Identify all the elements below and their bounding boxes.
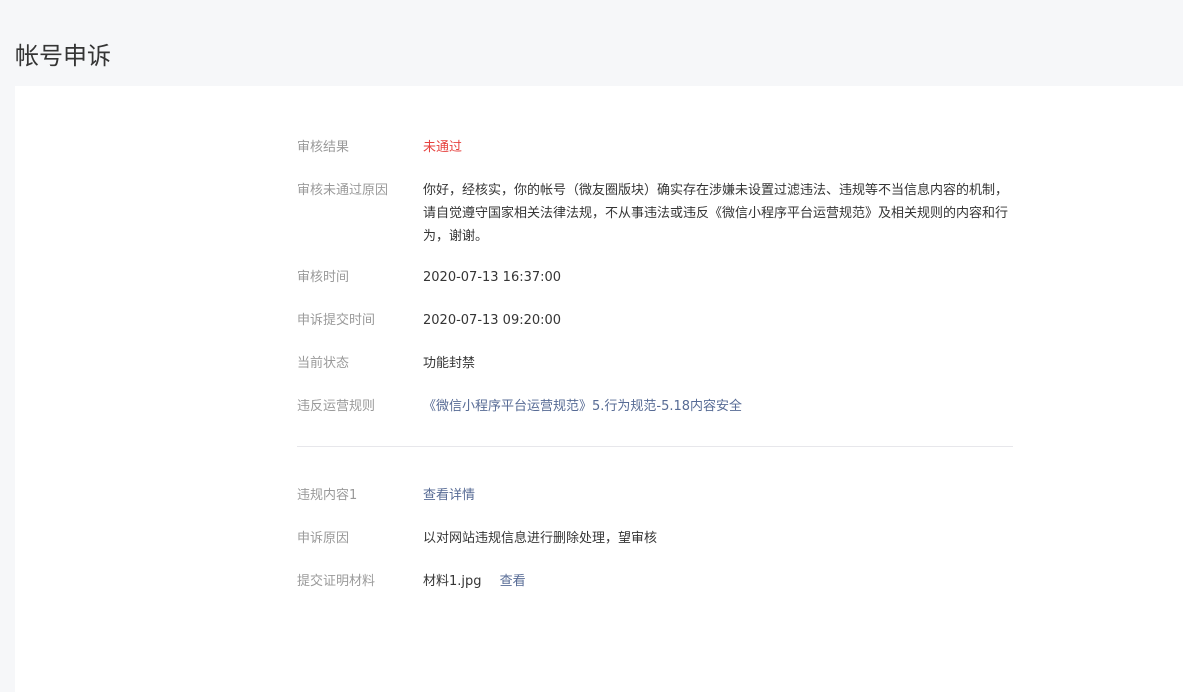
violation-content-value: 查看详情 <box>423 484 1013 507</box>
section-divider <box>297 446 1013 447</box>
page-title: 帐号申诉 <box>15 42 111 71</box>
view-material-link[interactable]: 查看 <box>500 574 526 589</box>
review-time-label: 审核时间 <box>297 270 350 285</box>
evidence-material-label: 提交证明材料 <box>297 574 376 589</box>
appeal-reason-value: 以对网站违规信息进行删除处理，望审核 <box>423 531 658 546</box>
view-details-link[interactable]: 查看详情 <box>423 488 475 503</box>
review-result-value: 未通过 <box>423 140 463 155</box>
violated-rule-value: 《微信小程序平台运营规范》5.行为规范-5.18内容安全 <box>423 395 1013 418</box>
violation-content-label: 违规内容1 <box>297 488 358 503</box>
review-reason-label: 审核未通过原因 <box>297 183 389 198</box>
violated-rule-label: 违反运营规则 <box>297 399 376 414</box>
appeal-detail-card: 审核结果 未通过 审核未通过原因 你好，经核实，你的帐号（微友圈版块）确实存在涉… <box>15 86 1183 692</box>
submit-time-value: 2020-07-13 09:20:00 <box>423 313 562 328</box>
current-status-label: 当前状态 <box>297 356 350 371</box>
review-reason-value: 你好，经核实，你的帐号（微友圈版块）确实存在涉嫌未设置过滤违法、违规等不当信息内… <box>423 183 1009 244</box>
material-file-name: 材料1.jpg <box>423 574 482 589</box>
evidence-material-value: 材料1.jpg 查看 <box>423 570 1013 593</box>
appeal-reason-label: 申诉原因 <box>297 531 350 546</box>
violated-rule-link[interactable]: 《微信小程序平台运营规范》5.行为规范-5.18内容安全 <box>423 399 742 414</box>
review-time-value: 2020-07-13 16:37:00 <box>423 270 562 285</box>
review-result-label: 审核结果 <box>297 140 350 155</box>
submit-time-label: 申诉提交时间 <box>297 313 376 328</box>
current-status-value: 功能封禁 <box>423 356 476 371</box>
